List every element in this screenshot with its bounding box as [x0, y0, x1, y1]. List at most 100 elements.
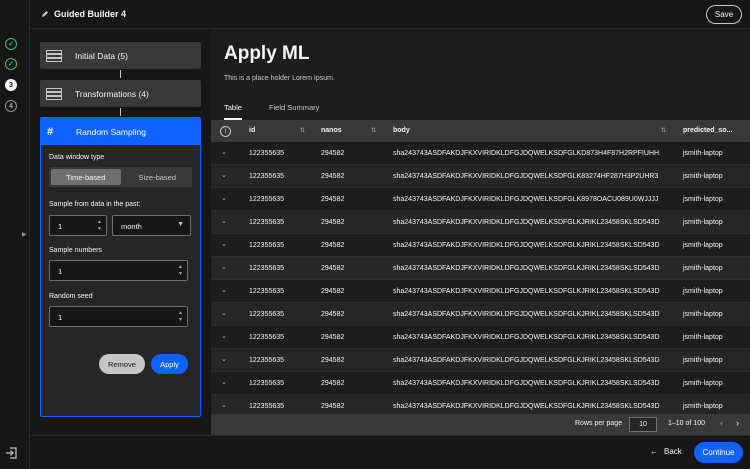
cell-predicted: jsmith-laptop — [683, 173, 723, 180]
connector-line — [120, 70, 121, 78]
back-button[interactable]: ← Back — [650, 447, 682, 456]
random-seed-input[interactable]: 1 ▲ ▼ — [49, 306, 188, 327]
sample-numbers-input[interactable]: 1 ▲ ▼ — [49, 260, 188, 281]
step-3-current[interactable]: 3 — [5, 79, 17, 91]
node-transformations-label: Transformations (4) — [75, 88, 149, 99]
stepper[interactable]: ▲ ▼ — [97, 219, 102, 232]
cell-id: 122355635 — [249, 242, 285, 249]
table-row[interactable]: ⌄ 122355635 294582 sha243743ASDFAKDJFKXVIRI… — [211, 349, 750, 372]
column-header-body[interactable]: body — [393, 127, 410, 134]
cell-nanos: 294582 — [321, 173, 345, 180]
chevron-up-icon[interactable]: ▲ — [97, 219, 102, 225]
app-header: Guided Builder 4 Save — [30, 0, 750, 29]
remove-button[interactable]: Remove — [99, 354, 145, 374]
cell-nanos: 294582 — [321, 380, 345, 387]
save-button[interactable]: Save — [706, 5, 742, 24]
table-row[interactable]: ⌄ 122355635 294582 sha243743ASDFAKDJFKXVIRI… — [211, 142, 750, 165]
table-row[interactable]: ⌄ 122355635 294582 sha243743ASDFAKDJFKXVIRI… — [211, 257, 750, 280]
step-1-complete-icon[interactable]: ✓ — [5, 38, 17, 50]
expand-row-chevron-icon[interactable]: ⌄ — [221, 171, 227, 179]
table-row[interactable]: ⌄ 122355635 294582 sha243743ASDFAKDJFKXVIRI… — [211, 395, 750, 414]
exit-icon[interactable] — [5, 447, 17, 459]
option-time-based[interactable]: Time-based — [51, 169, 121, 185]
chevron-left-icon[interactable]: ‹ — [720, 418, 723, 428]
table-row[interactable]: ⌄ 122355635 294582 sha243743ASDFAKDJFKXVIRI… — [211, 372, 750, 395]
cell-id: 122355635 — [249, 288, 285, 295]
cell-id: 122355635 — [249, 311, 285, 318]
random-seed-label: Random seed — [49, 293, 93, 300]
sample-numbers-label: Sample numbers — [49, 247, 102, 254]
tab-field-summary[interactable]: Field Summary — [269, 103, 319, 120]
chevron-up-icon[interactable]: ▲ — [178, 264, 183, 270]
sample-past-unit-select[interactable]: month ▼ — [112, 215, 191, 236]
sample-past-unit-value: month — [121, 222, 142, 231]
expand-row-chevron-icon[interactable]: ⌄ — [221, 378, 227, 386]
cell-id: 122355635 — [249, 357, 285, 364]
node-initial-data[interactable]: Initial Data (5) — [40, 42, 201, 69]
step-4[interactable]: 4 — [5, 100, 17, 112]
expand-rail-icon[interactable]: ▶ — [22, 231, 27, 238]
expand-row-chevron-icon[interactable]: ⌄ — [221, 240, 227, 248]
random-sampling-title: Random Sampling — [76, 126, 146, 137]
sort-icon[interactable]: ⇅ — [371, 127, 376, 134]
tab-table[interactable]: Table — [224, 103, 242, 120]
cell-body: sha243743ASDFAKDJFKXVIRIDKLDFGJDQWELKSDF… — [393, 403, 660, 410]
expand-row-chevron-icon[interactable]: ⌄ — [221, 194, 227, 202]
cell-predicted: jsmith-laptop — [683, 334, 723, 341]
cell-body: sha243743ASDFAKDJFKXVIRIDKLDFGJDQWELKSDF… — [393, 288, 660, 295]
database-icon — [46, 49, 62, 62]
table-row[interactable]: ⌄ 122355635 294582 sha243743ASDFAKDJFKXVIRI… — [211, 234, 750, 257]
cell-nanos: 294582 — [321, 334, 345, 341]
table-row[interactable]: ⌄ 122355635 294582 sha243743ASDFAKDJFKXVIRI… — [211, 326, 750, 349]
sort-icon[interactable]: ⇅ — [300, 127, 305, 134]
cell-predicted: jsmith-laptop — [683, 403, 723, 410]
rows-per-page-select[interactable]: 10 — [629, 417, 657, 432]
step-2-complete-icon[interactable]: ✓ — [5, 58, 17, 70]
stepper[interactable]: ▲ ▼ — [178, 264, 183, 277]
random-sampling-header[interactable]: # Random Sampling — [41, 118, 200, 145]
sample-past-value: 1 — [58, 222, 63, 231]
column-header-id[interactable]: id — [249, 127, 255, 134]
table-row[interactable]: ⌄ 122355635 294582 sha243743ASDFAKDJFKXVIRI… — [211, 188, 750, 211]
cell-id: 122355635 — [249, 150, 285, 157]
expand-row-chevron-icon[interactable]: ⌄ — [221, 217, 227, 225]
sample-past-input[interactable]: 1 ▲ ▼ — [49, 215, 107, 236]
stepper[interactable]: ▲ ▼ — [178, 310, 183, 323]
expand-row-chevron-icon[interactable]: ⌄ — [221, 332, 227, 340]
cell-id: 122355635 — [249, 265, 285, 272]
chevron-down-icon[interactable]: ▼ — [97, 226, 102, 232]
table-row[interactable]: ⌄ 122355635 294582 sha243743ASDFAKDJFKXVIRI… — [211, 211, 750, 234]
continue-button[interactable]: Continue — [694, 442, 743, 463]
pagination: Rows per page 10 1–10 of 100 ‹ › — [211, 414, 750, 435]
cell-body: sha243743ASDFAKDJFKXVIRIDKLDFGJDQWELKSDF… — [393, 265, 660, 272]
chevron-up-icon[interactable]: ▲ — [178, 310, 183, 316]
expand-row-chevron-icon[interactable]: ⌄ — [221, 263, 227, 271]
chevron-down-icon[interactable]: ▼ — [178, 271, 183, 277]
expand-row-chevron-icon[interactable]: ⌄ — [221, 401, 227, 409]
expand-row-chevron-icon[interactable]: ⌄ — [221, 355, 227, 363]
cell-id: 122355635 — [249, 403, 285, 410]
cell-predicted: jsmith-laptop — [683, 242, 723, 249]
pipeline-panel: Initial Data (5) Transformations (4) # R… — [30, 30, 211, 435]
chevron-right-icon[interactable]: › — [736, 418, 739, 428]
expand-row-chevron-icon[interactable]: ⌄ — [221, 286, 227, 294]
tab-bar: Table Field Summary — [224, 103, 346, 120]
cell-predicted: jsmith-laptop — [683, 311, 723, 318]
option-size-based[interactable]: Size-based — [123, 167, 193, 187]
chevron-down-icon[interactable]: ▼ — [178, 317, 183, 323]
sort-icon[interactable]: ⇅ — [661, 127, 666, 134]
info-icon[interactable]: i — [220, 126, 231, 137]
apply-button[interactable]: Apply — [151, 354, 188, 374]
arrow-left-icon: ← — [650, 447, 658, 456]
column-header-predicted[interactable]: predicted_so... — [683, 127, 732, 134]
random-seed-value: 1 — [58, 313, 63, 322]
column-header-nanos[interactable]: nanos — [321, 127, 342, 134]
cell-id: 122355635 — [249, 196, 285, 203]
expand-row-chevron-icon[interactable]: ⌄ — [221, 309, 227, 317]
cell-body: sha243743ASDFAKDJFKXVIRIDKLDFGJDQWELKSDF… — [393, 334, 660, 341]
table-row[interactable]: ⌄ 122355635 294582 sha243743ASDFAKDJFKXVIRI… — [211, 165, 750, 188]
node-transformations[interactable]: Transformations (4) — [40, 80, 201, 107]
table-row[interactable]: ⌄ 122355635 294582 sha243743ASDFAKDJFKXVIRI… — [211, 303, 750, 326]
table-row[interactable]: ⌄ 122355635 294582 sha243743ASDFAKDJFKXVIRI… — [211, 280, 750, 303]
expand-row-chevron-icon[interactable]: ⌄ — [221, 148, 227, 156]
